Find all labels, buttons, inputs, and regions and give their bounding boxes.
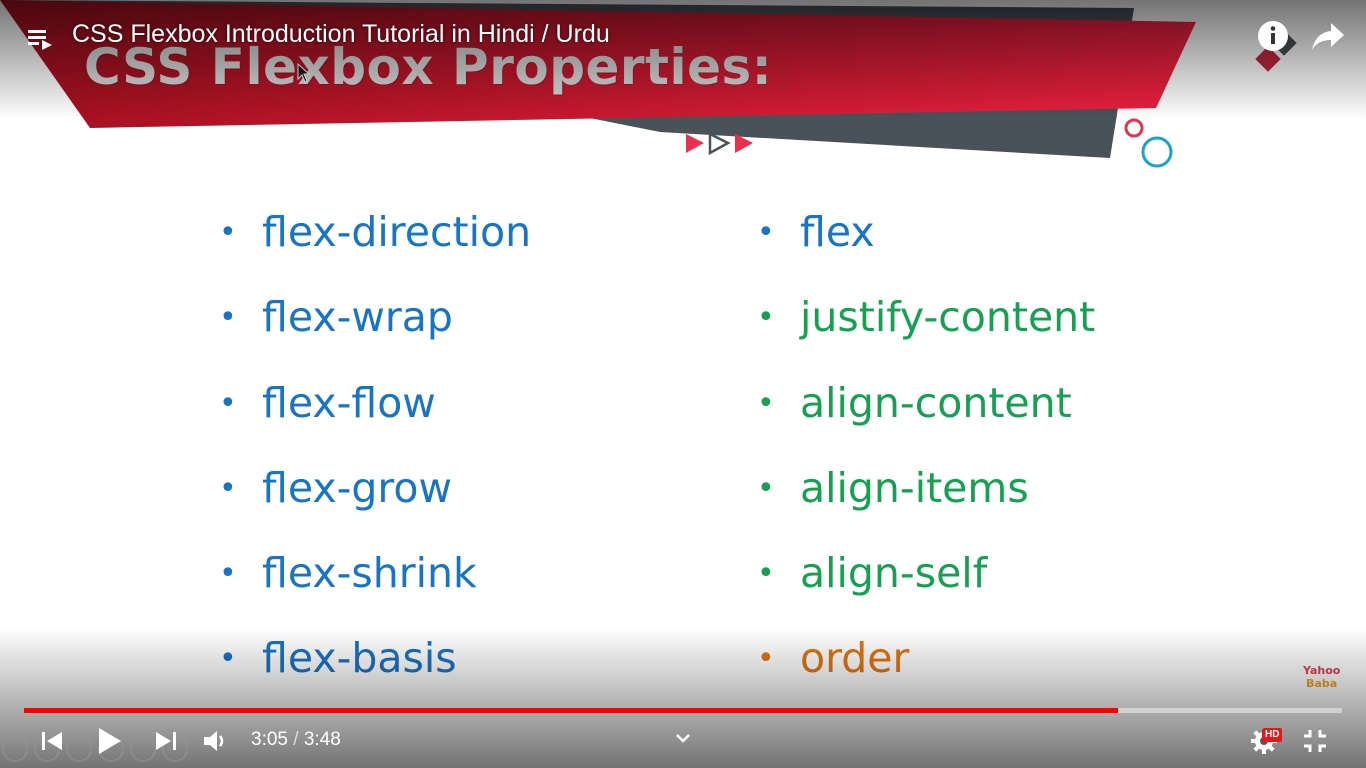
share-icon <box>1312 23 1344 50</box>
property-label: flex-shrink <box>262 549 477 598</box>
property-label: align-content <box>800 378 1072 427</box>
list-item: • flex-flow <box>216 361 531 446</box>
bullet: • <box>219 215 237 250</box>
list-item: • align-items <box>754 446 1095 531</box>
video-title[interactable]: CSS Flexbox Introduction Tutorial in Hin… <box>72 20 610 49</box>
video-frame[interactable]: CSS Flexbox Properties: • flex-direction … <box>0 0 1366 768</box>
duration: 3:48 <box>303 729 341 750</box>
left-property-list: • flex-direction • flex-wrap • flex-flow • f… <box>216 190 531 702</box>
ghost-tool-icon <box>2 736 28 762</box>
bullet: • <box>757 641 775 677</box>
bullet: • <box>219 385 237 421</box>
skip-next-icon <box>156 732 176 750</box>
property-label: flex-grow <box>262 463 452 512</box>
decor-circle <box>1124 118 1144 138</box>
exit-fullscreen-icon <box>1304 730 1326 752</box>
bullet: • <box>757 300 775 336</box>
bullet: • <box>757 215 775 250</box>
property-label: align-self <box>800 549 988 598</box>
property-label: flex-basis <box>262 634 457 683</box>
list-item: • flex-shrink <box>216 531 531 616</box>
property-label: flex-wrap <box>262 293 453 342</box>
info-button[interactable] <box>1253 16 1293 56</box>
current-time: 3:05 <box>251 729 288 750</box>
settings-button[interactable]: HD <box>1244 722 1284 760</box>
play-arrow-shape <box>686 134 704 153</box>
list-item: • order <box>754 616 1095 701</box>
watermark-line1: Yahoo <box>1303 664 1341 677</box>
volume-button[interactable] <box>198 722 232 760</box>
bullet: • <box>757 385 775 421</box>
share-button[interactable] <box>1308 16 1348 56</box>
property-label: flex <box>800 208 875 256</box>
progress-bar[interactable] <box>24 708 1342 713</box>
skip-previous-icon <box>42 732 62 750</box>
channel-watermark[interactable]: Yahoo Baba <box>1303 664 1340 690</box>
list-item: • flex-grow <box>216 446 531 531</box>
list-item: • flex-basis <box>216 616 531 701</box>
previous-button[interactable] <box>36 722 68 760</box>
next-button[interactable] <box>150 722 182 760</box>
right-property-list: • flex • justify-content • align-content • a… <box>754 190 1095 702</box>
list-item: • flex <box>754 190 1095 275</box>
bullet: • <box>219 470 237 506</box>
play-icon <box>99 728 121 754</box>
info-icon <box>1258 21 1288 51</box>
decor-circle <box>1141 136 1173 168</box>
list-item: • justify-content <box>754 275 1095 360</box>
property-label: align-items <box>800 463 1029 512</box>
mouse-cursor-icon <box>297 63 311 83</box>
bullet: • <box>757 470 775 506</box>
bullet: • <box>219 300 237 336</box>
hd-badge: HD <box>1262 728 1283 742</box>
progress-played <box>24 708 1119 713</box>
play-arrow-shape <box>708 131 731 156</box>
chevron-down-icon <box>676 734 690 743</box>
volume-icon <box>204 731 224 751</box>
playlist-icon <box>28 30 52 50</box>
bullet: • <box>219 556 237 592</box>
exit-fullscreen-button[interactable] <box>1298 722 1332 760</box>
list-item: • flex-wrap <box>216 275 531 360</box>
time-separator: / <box>293 729 299 750</box>
playlist-button[interactable] <box>24 22 56 54</box>
time-display: 3:05 / 3:48 <box>251 729 341 751</box>
property-label: justify-content <box>800 293 1096 342</box>
watermark-line2: Baba <box>1306 677 1338 690</box>
play-button[interactable] <box>92 722 126 760</box>
list-item: • align-content <box>754 361 1095 446</box>
property-label: flex-direction <box>262 208 532 256</box>
expand-button[interactable] <box>668 724 698 752</box>
list-item: • align-self <box>754 531 1095 616</box>
bullet: • <box>219 641 237 677</box>
list-item: • flex-direction <box>216 190 531 275</box>
bullet: • <box>757 556 775 592</box>
property-label: flex-flow <box>262 378 436 427</box>
ghost-tool-icon <box>66 736 92 762</box>
property-label: order <box>800 634 910 683</box>
